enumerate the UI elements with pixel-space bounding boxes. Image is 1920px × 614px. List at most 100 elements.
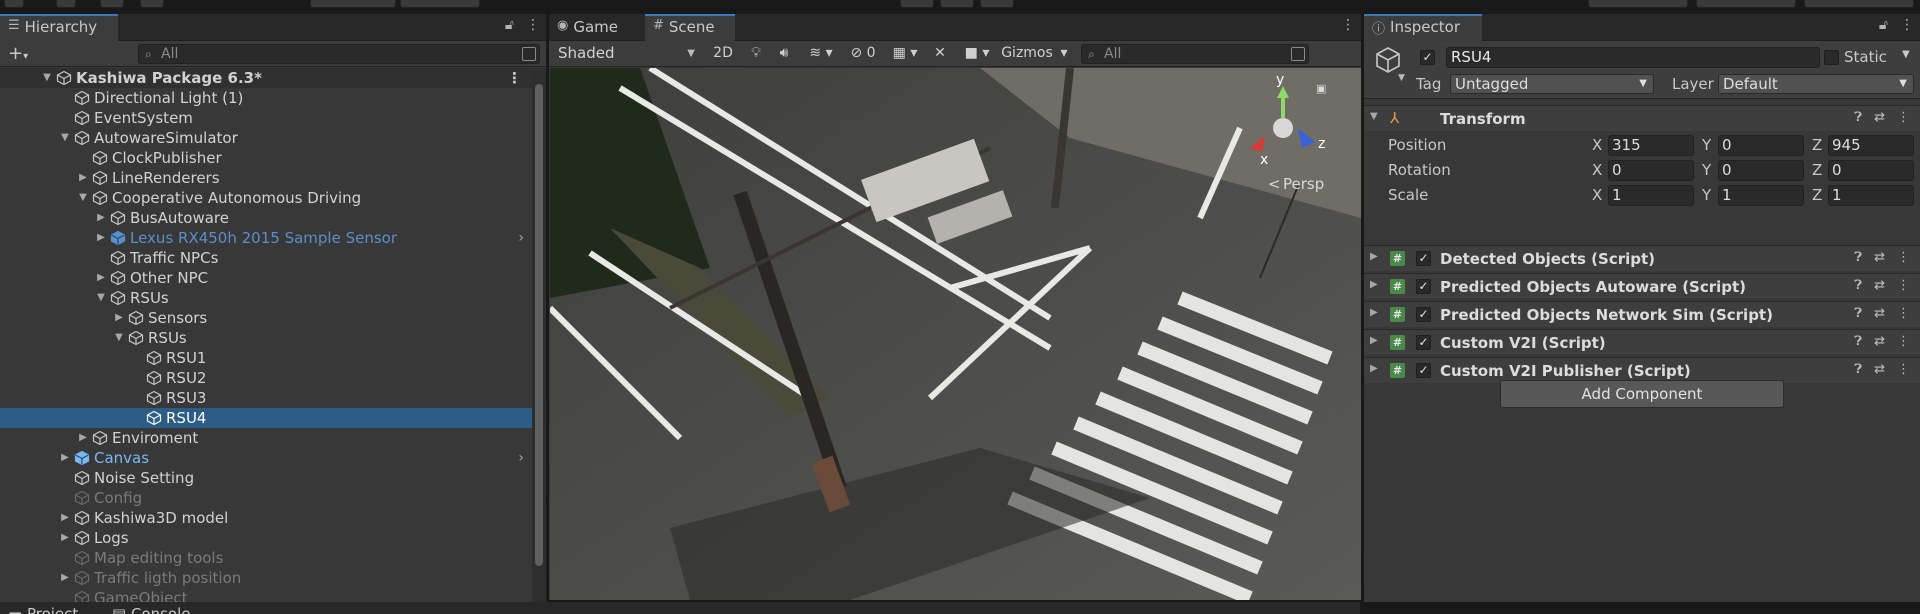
tree-item[interactable]: Directional Light (1) [0,88,532,108]
camera-settings-icon[interactable]: ■ ▾ [957,43,997,64]
tab-scene[interactable]: # Scene [645,14,735,41]
tree-item[interactable]: ▶ Traffic ligth position [0,568,532,588]
persp-label[interactable]: Persp [1283,175,1324,193]
open-prefab-arrow-icon[interactable]: › [518,228,524,248]
scene-menu-icon[interactable]: ⋮ [507,68,522,88]
help-icon[interactable]: ❓︎ [1854,334,1862,349]
collapse-arrow-icon[interactable]: ▶ [59,508,71,528]
tree-item[interactable]: ▶ LineRenderers [0,168,532,188]
more-menu-icon[interactable]: ⋮ [1900,17,1914,33]
object-name-field[interactable]: RSU4 [1446,47,1820,68]
foldout-arrow-icon[interactable]: ▶ [1370,251,1378,262]
search-options-icon[interactable] [522,47,536,61]
tab-console[interactable]: ▤ Console [112,602,191,614]
scene-root-row[interactable]: ▼ Kashiwa Package 6.3* ⋮ [0,68,532,88]
lock-icon[interactable]: 🔓︎ [505,17,514,33]
layers-dropdown[interactable] [1696,0,1796,8]
tree-item[interactable]: Map editing tools [0,548,532,568]
presets-icon[interactable]: ⇄ [1874,362,1885,377]
component-header[interactable]: ▶ # ✓ Predicted Objects Autoware (Script) ❓︎… [1364,273,1920,299]
tree-item[interactable]: Config [0,488,532,508]
scale-x-field[interactable]: 1 [1608,185,1694,206]
tab-hierarchy[interactable]: ☰ Hierarchy [0,14,118,41]
hierarchy-search-input[interactable]: ⌕ All [138,44,540,64]
grid-toggle-icon[interactable]: ▦ ▾ [887,43,923,64]
lock-icon[interactable]: 🔓︎ [1879,17,1888,33]
scrollbar-thumb[interactable] [535,84,543,566]
tree-item[interactable]: ▶ Lexus RX450h 2015 Sample Sensor › [0,228,532,248]
component-menu-icon[interactable]: ⋮ [1897,334,1910,349]
tab-inspector[interactable]: ⓘ Inspector [1364,14,1482,41]
play-button[interactable] [900,0,934,8]
add-component-button[interactable]: Add Component [1500,380,1784,408]
help-icon[interactable]: ❓︎ [1854,306,1862,321]
collapse-arrow-icon[interactable]: ▶ [113,308,125,328]
rotation-x-field[interactable]: 0 [1608,160,1694,181]
component-header[interactable]: ▶ # ✓ Predicted Objects Network Sim (Script… [1364,301,1920,327]
component-enabled-checkbox[interactable]: ✓ [1416,335,1431,350]
component-menu-icon[interactable]: ⋮ [1897,306,1910,321]
pivot-dropdown[interactable] [310,0,396,8]
help-icon[interactable]: ❓︎ [1854,362,1862,377]
tree-item[interactable]: ▶ Enviroment [0,428,532,448]
tree-item[interactable]: Traffic NPCs [0,248,532,268]
tree-item[interactable]: ▶ Sensors [0,308,532,328]
expand-arrow-icon[interactable]: ▼ [59,128,71,148]
foldout-arrow-icon[interactable]: ▶ [1370,335,1378,346]
tab-game[interactable]: ◉ Game [549,14,645,41]
position-z-field[interactable]: 945 [1828,135,1914,156]
presets-icon[interactable]: ⇄ [1874,278,1885,293]
component-enabled-checkbox[interactable]: ✓ [1416,251,1431,266]
expand-arrow-icon[interactable]: ▼ [95,288,107,308]
foldout-arrow-icon[interactable]: ▶ [1370,363,1378,374]
component-menu-icon[interactable]: ⋮ [1897,110,1910,125]
foldout-arrow-icon[interactable]: ▶ [1370,279,1378,290]
position-x-field[interactable]: 315 [1608,135,1694,156]
collapse-arrow-icon[interactable]: ▶ [95,208,107,228]
tree-item[interactable]: ▶ Other NPC [0,268,532,288]
rotate-tool-button[interactable] [100,0,124,8]
icon-dropdown-icon[interactable]: ▼ [1398,73,1405,83]
gizmo-lock-icon[interactable]: ▣ [1316,82,1326,95]
scene-search-input[interactable]: ⌕ All [1081,44,1309,64]
effects-toggle-icon[interactable]: ≋ ▾ [803,43,839,64]
component-enabled-checkbox[interactable]: ✓ [1416,279,1431,294]
more-menu-icon[interactable]: ⋮ [1341,17,1355,33]
gameobject-cube-icon[interactable] [1374,45,1402,73]
tree-item[interactable]: ▼ Cooperative Autonomous Driving [0,188,532,208]
tools-icon[interactable]: ✕ [929,43,951,64]
tree-item[interactable]: RSU2 [0,368,532,388]
collapse-arrow-icon[interactable]: ▶ [77,428,89,448]
layout-dropdown[interactable] [1804,0,1914,8]
help-icon[interactable]: ❓︎ [1854,278,1862,293]
scale-y-field[interactable]: 1 [1718,185,1804,206]
component-header[interactable]: ▶ # ✓ Detected Objects (Script) ❓︎ ⇄ ⋮ [1364,245,1920,271]
tree-item[interactable]: ▼ AutowareSimulator [0,128,532,148]
presets-icon[interactable]: ⇄ [1874,334,1885,349]
foldout-arrow-icon[interactable]: ▼ [1370,111,1378,122]
rotation-y-field[interactable]: 0 [1718,160,1804,181]
component-enabled-checkbox[interactable]: ✓ [1416,307,1431,322]
tab-project[interactable]: ▬ Project [8,602,78,614]
move-tool-button[interactable] [56,0,76,8]
tree-item[interactable]: ▼ RSUs [0,288,532,308]
foldout-arrow-icon[interactable]: ▶ [1370,307,1378,318]
component-enabled-checkbox[interactable]: ✓ [1416,363,1431,378]
tree-item[interactable]: GameObject [0,588,532,602]
gizmos-button[interactable]: Gizmos [999,43,1055,64]
expand-arrow-icon[interactable]: ▼ [77,188,89,208]
pause-button[interactable] [940,0,974,8]
shading-mode-dropdown[interactable]: Shaded ▼ [553,43,699,64]
tree-item[interactable]: ▶ Kashiwa3D model [0,508,532,528]
component-header[interactable]: ▶ # ✓ Custom V2I (Script) ❓︎ ⇄ ⋮ [1364,329,1920,355]
tree-item[interactable]: ▶ Logs [0,528,532,548]
scale-z-field[interactable]: 1 [1828,185,1914,206]
gizmos-dropdown-icon[interactable]: ▾ [1055,43,1073,64]
layer-dropdown[interactable]: Default ▼ [1718,74,1914,94]
collapse-arrow-icon[interactable]: ▶ [95,268,107,288]
tree-item[interactable]: ▶ BusAutoware [0,208,532,228]
local-dropdown[interactable] [400,0,480,8]
help-icon[interactable]: ❓︎ [1854,110,1862,125]
tree-item[interactable]: RSU4 [0,408,532,428]
scale-tool-button[interactable] [140,0,164,8]
